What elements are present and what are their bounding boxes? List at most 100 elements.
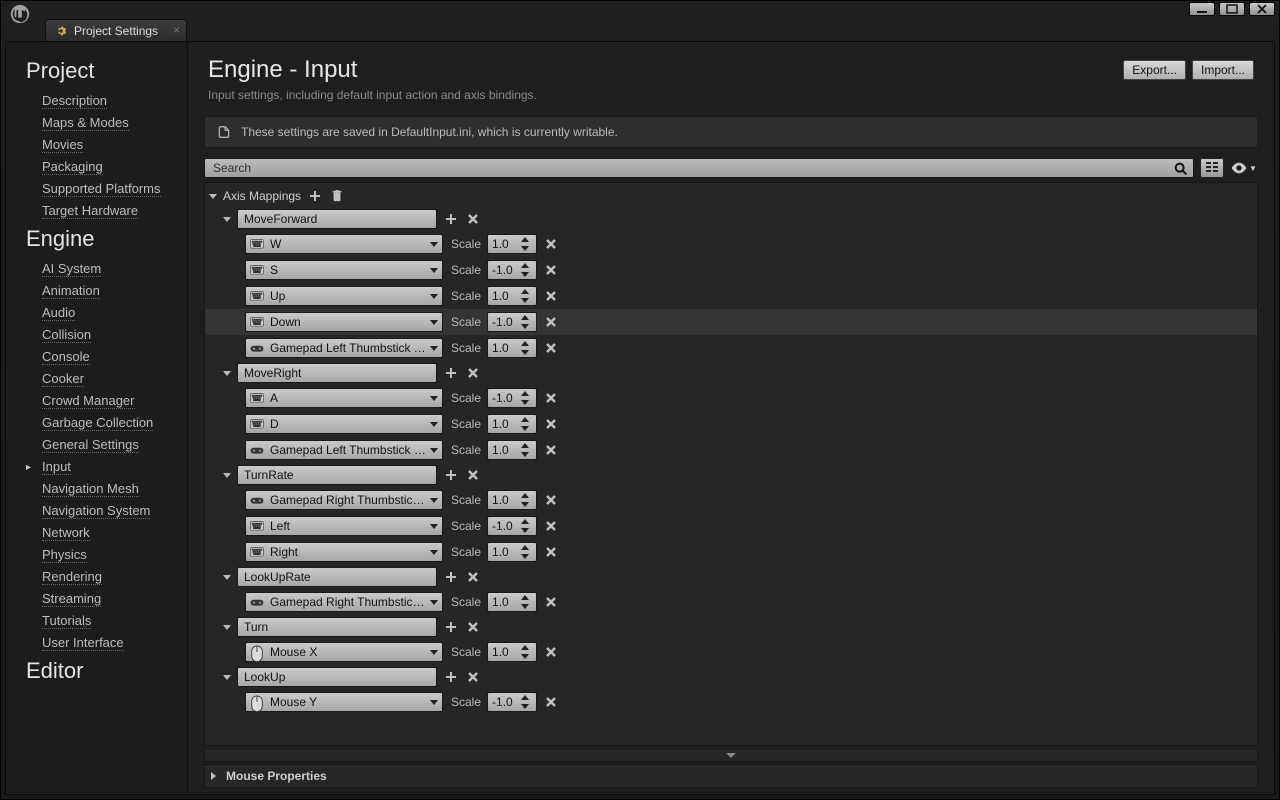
sidebar-item-garbage-collection[interactable]: Garbage Collection [6, 412, 187, 434]
scale-spinner[interactable] [520, 644, 532, 660]
key-dropdown[interactable]: Mouse Y [245, 692, 443, 712]
mapping-name-input[interactable] [237, 567, 437, 587]
key-dropdown[interactable]: Gamepad Left Thumbstick X-Axis [245, 440, 443, 460]
collapse-icon[interactable] [223, 473, 231, 478]
scale-input[interactable]: 1.0 [487, 414, 537, 434]
scale-spinner[interactable] [520, 236, 532, 252]
scale-spinner[interactable] [520, 492, 532, 508]
sidebar-item-cooker[interactable]: Cooker [6, 368, 187, 390]
key-dropdown[interactable]: Right [245, 542, 443, 562]
scale-input[interactable]: -1.0 [487, 260, 537, 280]
scale-input[interactable]: 1.0 [487, 338, 537, 358]
sidebar-item-description[interactable]: Description [6, 90, 187, 112]
scale-input[interactable]: -1.0 [487, 388, 537, 408]
sidebar-item-network[interactable]: Network [6, 522, 187, 544]
scale-input[interactable]: -1.0 [487, 692, 537, 712]
delete-binding-button[interactable] [543, 594, 559, 610]
scale-spinner[interactable] [520, 442, 532, 458]
sidebar-item-collision[interactable]: Collision [6, 324, 187, 346]
export-button[interactable]: Export... [1123, 60, 1186, 80]
collapsed-section[interactable]: Mouse Properties [204, 764, 1258, 788]
delete-mapping-button[interactable] [465, 467, 481, 483]
scale-spinner[interactable] [520, 416, 532, 432]
sidebar-item-crowd-manager[interactable]: Crowd Manager [6, 390, 187, 412]
add-binding-button[interactable] [443, 569, 459, 585]
tab-close-icon[interactable]: × [173, 23, 180, 37]
delete-binding-button[interactable] [543, 262, 559, 278]
scale-input[interactable]: 1.0 [487, 440, 537, 460]
scale-spinner[interactable] [520, 694, 532, 710]
key-dropdown[interactable]: Gamepad Left Thumbstick Y-Axis [245, 338, 443, 358]
delete-mapping-button[interactable] [465, 211, 481, 227]
scale-input[interactable]: -1.0 [487, 516, 537, 536]
scale-input[interactable]: 1.0 [487, 234, 537, 254]
key-dropdown[interactable]: A [245, 388, 443, 408]
delete-binding-button[interactable] [543, 288, 559, 304]
scale-input[interactable]: 1.0 [487, 286, 537, 306]
resize-grip[interactable] [204, 750, 1258, 762]
key-dropdown[interactable]: W [245, 234, 443, 254]
collapse-icon[interactable] [223, 371, 231, 376]
delete-mapping-button[interactable] [465, 365, 481, 381]
delete-binding-button[interactable] [543, 518, 559, 534]
collapse-icon[interactable] [223, 675, 231, 680]
scale-input[interactable]: 1.0 [487, 542, 537, 562]
property-tree[interactable]: Axis MappingsWScale1.0SScale-1.0UpScale1… [204, 182, 1258, 746]
tab-project-settings[interactable]: Project Settings × [45, 19, 187, 41]
sidebar-item-supported-platforms[interactable]: Supported Platforms [6, 178, 187, 200]
scale-spinner[interactable] [520, 390, 532, 406]
sidebar-item-maps-modes[interactable]: Maps & Modes [6, 112, 187, 134]
sidebar-item-tutorials[interactable]: Tutorials [6, 610, 187, 632]
collapse-icon[interactable] [223, 625, 231, 630]
add-binding-button[interactable] [443, 211, 459, 227]
delete-binding-button[interactable] [543, 644, 559, 660]
scale-spinner[interactable] [520, 518, 532, 534]
scale-input[interactable]: 1.0 [487, 642, 537, 662]
sidebar-item-input[interactable]: Input [6, 456, 187, 478]
key-dropdown[interactable]: D [245, 414, 443, 434]
scale-spinner[interactable] [520, 288, 532, 304]
sidebar-item-console[interactable]: Console [6, 346, 187, 368]
import-button[interactable]: Import... [1192, 60, 1254, 80]
sidebar-item-physics[interactable]: Physics [6, 544, 187, 566]
key-dropdown[interactable]: Mouse X [245, 642, 443, 662]
sidebar-item-target-hardware[interactable]: Target Hardware [6, 200, 187, 222]
view-options-button[interactable]: ▼ [1230, 158, 1258, 178]
close-button[interactable] [1249, 2, 1275, 16]
mapping-name-input[interactable] [237, 465, 437, 485]
delete-binding-button[interactable] [543, 340, 559, 356]
mapping-name-input[interactable] [237, 617, 437, 637]
sidebar-item-user-interface[interactable]: User Interface [6, 632, 187, 654]
scale-spinner[interactable] [520, 594, 532, 610]
search-input[interactable] [205, 161, 1193, 175]
mapping-name-input[interactable] [237, 363, 437, 383]
collapse-icon[interactable] [223, 575, 231, 580]
scale-spinner[interactable] [520, 262, 532, 278]
delete-binding-button[interactable] [543, 694, 559, 710]
scale-input[interactable]: -1.0 [487, 312, 537, 332]
sidebar-item-movies[interactable]: Movies [6, 134, 187, 156]
mapping-name-input[interactable] [237, 209, 437, 229]
sidebar-item-animation[interactable]: Animation [6, 280, 187, 302]
delete-binding-button[interactable] [543, 314, 559, 330]
sidebar-item-rendering[interactable]: Rendering [6, 566, 187, 588]
add-binding-button[interactable] [443, 467, 459, 483]
delete-mapping-button[interactable] [465, 669, 481, 685]
collapse-icon[interactable] [223, 217, 231, 222]
add-mapping-button[interactable] [307, 188, 323, 204]
delete-binding-button[interactable] [543, 492, 559, 508]
add-binding-button[interactable] [443, 365, 459, 381]
delete-binding-button[interactable] [543, 390, 559, 406]
scale-spinner[interactable] [520, 340, 532, 356]
key-dropdown[interactable]: Gamepad Right Thumbstick Y-Ax [245, 592, 443, 612]
sidebar-item-packaging[interactable]: Packaging [6, 156, 187, 178]
sidebar-item-navigation-mesh[interactable]: Navigation Mesh [6, 478, 187, 500]
delete-all-button[interactable] [329, 188, 345, 204]
sidebar-item-streaming[interactable]: Streaming [6, 588, 187, 610]
delete-binding-button[interactable] [543, 236, 559, 252]
sidebar-item-ai-system[interactable]: AI System [6, 258, 187, 280]
delete-binding-button[interactable] [543, 544, 559, 560]
view-grid-button[interactable] [1200, 158, 1224, 178]
sidebar-item-navigation-system[interactable]: Navigation System [6, 500, 187, 522]
delete-mapping-button[interactable] [465, 569, 481, 585]
